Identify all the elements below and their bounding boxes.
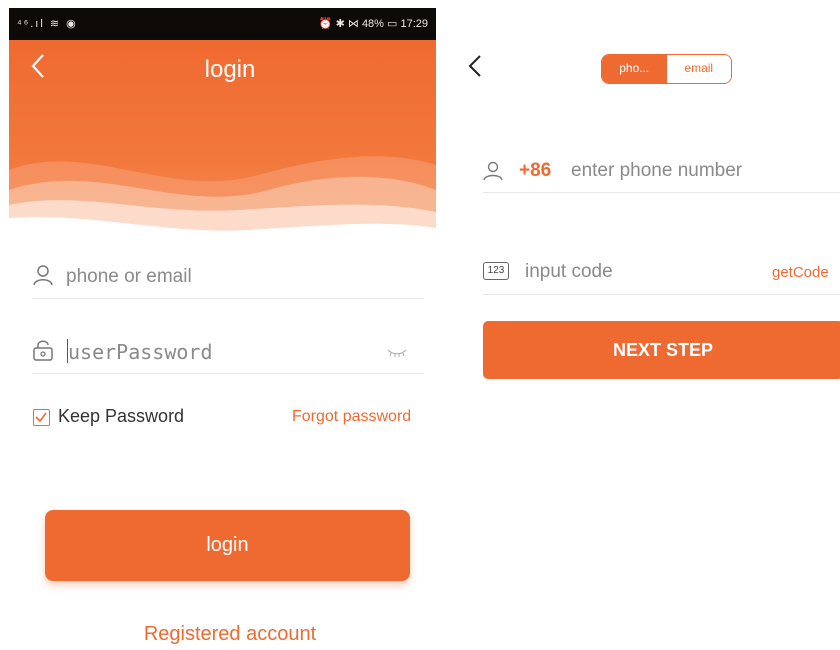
user-icon bbox=[483, 161, 503, 181]
login-button[interactable]: login bbox=[45, 510, 410, 581]
get-code-button[interactable]: getCode bbox=[772, 264, 829, 281]
eye-closed-icon[interactable] bbox=[386, 347, 408, 357]
phone-input[interactable]: enter phone number bbox=[571, 160, 742, 182]
forgot-password-link[interactable]: Forgot password bbox=[292, 408, 411, 426]
verify-screen: pho... email +86 enter phone number 123 … bbox=[460, 0, 840, 650]
account-input[interactable]: phone or email bbox=[66, 266, 192, 288]
code-field[interactable]: 123 input code getCode bbox=[483, 252, 840, 295]
account-field[interactable]: phone or email bbox=[32, 258, 424, 299]
signal-wifi-icons: ⁴⁶.ıl ≋ ◉ bbox=[17, 18, 78, 30]
user-icon bbox=[33, 265, 53, 286]
status-bar-right: ⏰ ✱ ⋈ 48% ▭ 17:29 bbox=[318, 18, 428, 30]
lock-icon bbox=[33, 340, 53, 361]
register-link[interactable]: Registered account bbox=[90, 623, 370, 646]
method-toggle[interactable]: pho... email bbox=[601, 54, 732, 84]
password-field[interactable]: userPassword bbox=[32, 333, 424, 374]
password-input[interactable]: userPassword bbox=[68, 340, 213, 364]
keep-password-label: Keep Password bbox=[58, 406, 185, 426]
tab-email[interactable]: email bbox=[666, 55, 731, 83]
code-input[interactable]: input code bbox=[525, 261, 613, 283]
back-arrow-icon[interactable] bbox=[29, 52, 47, 80]
country-code[interactable]: +86 bbox=[519, 160, 551, 182]
page-title: login bbox=[204, 56, 256, 83]
next-step-button[interactable]: NEXT STEP bbox=[483, 321, 840, 379]
phone-field[interactable]: +86 enter phone number bbox=[483, 150, 840, 193]
status-bar: ⁴⁶.ıl ≋ ◉ ⏰ ✱ ⋈ 48% ▭ 17:29 bbox=[9, 8, 436, 40]
keep-password-checkbox[interactable] bbox=[33, 409, 50, 426]
tab-phone[interactable]: pho... bbox=[602, 55, 667, 83]
login-screen: ⁴⁶.ıl ≋ ◉ ⏰ ✱ ⋈ 48% ▭ 17:29 login phone … bbox=[0, 0, 440, 650]
back-arrow-icon[interactable] bbox=[468, 54, 482, 78]
checkmark-icon bbox=[35, 412, 47, 423]
number-code-icon: 123 bbox=[483, 262, 509, 280]
